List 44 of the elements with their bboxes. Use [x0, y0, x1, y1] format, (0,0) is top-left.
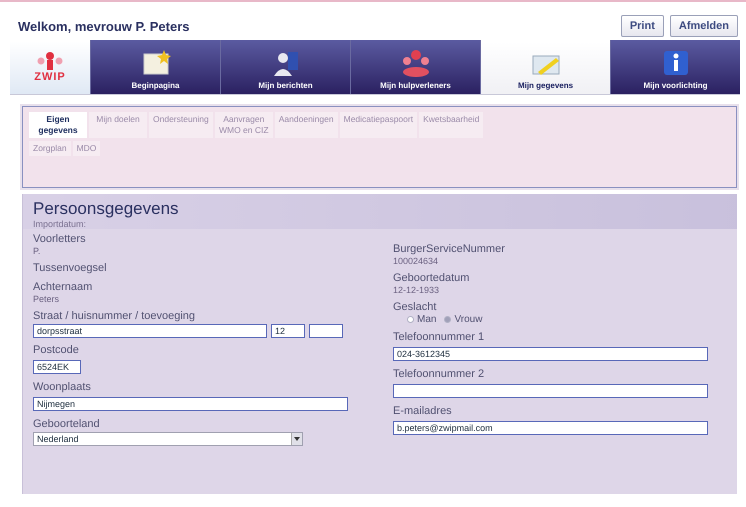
input-field[interactable]: 12 [271, 324, 305, 338]
field-value: P. [33, 246, 42, 256]
nav-tab[interactable]: Mijn gegevens [480, 40, 610, 94]
field-label: E-mailadres [393, 405, 453, 418]
input-field[interactable] [393, 384, 708, 398]
nav-tab[interactable]: Mijn berichten [220, 40, 350, 94]
header-button[interactable]: Print [620, 15, 664, 37]
people-icon [35, 51, 65, 71]
field-value: 12-12-1933 [393, 285, 440, 295]
import-date-label: Importdatum: [33, 219, 88, 229]
logo-text: ZWIP [34, 71, 66, 83]
input-field[interactable] [309, 324, 343, 338]
input-field[interactable]: 024-3612345 [393, 347, 708, 361]
field-label: Woonplaats [33, 381, 92, 394]
input-field[interactable]: 6524EK [33, 360, 81, 374]
field-label: Telefoonnummer 2 [393, 368, 486, 381]
field-label: Geboortedatum [393, 272, 470, 285]
nav-tab[interactable]: Mijn voorlichting [610, 40, 740, 94]
field-label: Telefoonnummer 1 [393, 331, 486, 344]
section-title: Persoonsgegevens [33, 199, 180, 219]
nav-tab[interactable]: Beginpagina [90, 40, 220, 94]
input-field[interactable]: b.peters@zwipmail.com [393, 421, 708, 435]
welcome-title: Welkom, mevrouw P. Peters [18, 18, 190, 34]
section-tab[interactable]: Eigen gegevens [29, 112, 87, 138]
field-label: Geboorteland [33, 418, 101, 431]
radio-button[interactable] [444, 316, 452, 323]
field-label: Postcode [33, 344, 80, 357]
input-field[interactable]: Nijmegen [33, 397, 348, 411]
input-field[interactable]: dorpsstraat [33, 324, 267, 338]
field-value: Peters [33, 294, 60, 304]
field-label: Geslacht [393, 301, 438, 314]
dropdown-arrow-icon [294, 437, 300, 441]
radio-label: Man [417, 314, 436, 325]
field-label: Straat / huisnummer / toevoeging [33, 310, 196, 323]
field-value: 100024634 [393, 256, 440, 266]
field-label: Achternaam [33, 281, 94, 294]
field-label: Tussenvoegsel [33, 262, 108, 275]
field-label: BurgerServiceNummer [393, 243, 506, 256]
radio-label: Vrouw [454, 314, 482, 325]
header-button[interactable]: Afmelden [670, 15, 738, 37]
select-field[interactable]: Nederland [33, 432, 303, 446]
nav-tab[interactable]: Mijn hulpverleners [350, 40, 480, 94]
field-label: Voorletters [33, 233, 87, 246]
radio-button[interactable] [407, 316, 414, 323]
